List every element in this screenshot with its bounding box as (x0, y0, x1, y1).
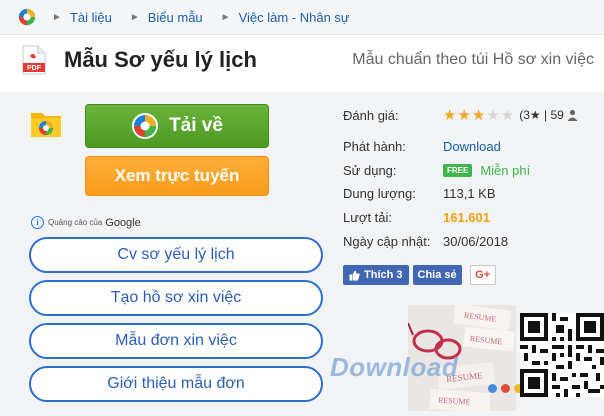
page-title: Mẫu Sơ yếu lý lịch (64, 47, 257, 72)
usage-value: Miễn phí (480, 163, 531, 178)
pdf-file-icon: PDF (22, 45, 46, 75)
ad-link-cv[interactable]: Cv sơ yếu lý lịch (29, 237, 323, 273)
chevron-right-icon: ► (52, 11, 62, 23)
download-button-label: Tải về (169, 115, 223, 136)
qr-code-icon[interactable] (520, 313, 604, 397)
watermark-text: Download (330, 352, 459, 382)
view-online-button[interactable]: Xem trực tuyến (85, 156, 269, 196)
usage-row: Sử dụng: FREE Miễn phí (343, 163, 531, 178)
updated-value: 30/06/2018 (443, 234, 509, 249)
breadcrumb-item-forms[interactable]: ► Biểu mẫu (112, 10, 203, 25)
ad-link-create-resume[interactable]: Tạo hồ sơ xin việc (29, 280, 323, 316)
download-button[interactable]: Tải về (85, 104, 269, 148)
ad-label[interactable]: i Quảng cáo của Google (31, 216, 141, 229)
chevron-right-icon: ► (220, 11, 231, 23)
star-icon[interactable]: ★ (457, 106, 470, 124)
star-icon[interactable]: ★ (472, 106, 485, 124)
svg-text:PDF: PDF (27, 65, 42, 72)
rating-stars[interactable]: ★ ★ ★ ★ ★ (443, 106, 515, 124)
facebook-like-button[interactable]: Thích 3 (343, 265, 409, 285)
page-subtitle: Mẫu chuẩn theo túi Hồ sơ xin việc (352, 51, 594, 68)
google-plus-button[interactable]: G+ (469, 265, 496, 285)
view-online-label: Xem trực tuyến (114, 166, 240, 185)
chevron-right-icon: ► (129, 11, 140, 23)
publisher-row: Phát hành: Download (343, 139, 501, 154)
info-icon[interactable]: i (31, 216, 44, 229)
star-icon[interactable]: ★ (443, 106, 456, 124)
size-row: Dung lượng: 113,1 KB (343, 186, 496, 201)
downloads-row: Lượt tải: 161.601 (343, 210, 490, 225)
star-icon[interactable]: ★ (501, 106, 514, 124)
breadcrumb-item-jobs-hr[interactable]: ► Việc làm - Nhân sự (203, 10, 350, 25)
folder-app-icon (31, 113, 61, 137)
size-value: 113,1 KB (443, 186, 496, 201)
thumbs-up-icon (349, 270, 360, 280)
downloads-value: 161.601 (443, 210, 490, 225)
download-logo-icon (132, 113, 159, 139)
home-logo-icon[interactable] (18, 8, 36, 26)
publisher-link[interactable]: Download (443, 139, 501, 154)
google-brand: Google (105, 216, 141, 229)
star-icon[interactable]: ★ (486, 106, 499, 124)
facebook-share-button[interactable]: Chia sẻ (412, 265, 462, 285)
rating-text: (3★ | 59 (519, 108, 564, 122)
updated-row: Ngày cập nhật: 30/06/2018 (343, 234, 509, 249)
breadcrumb-item-documents[interactable]: ► Tài liệu (42, 10, 112, 25)
free-badge: FREE (443, 164, 473, 177)
social-buttons: Thích 3 Chia sẻ G+ (343, 265, 496, 285)
ad-link-form-intro[interactable]: Giới thiệu mẫu đơn (29, 366, 323, 402)
dot-icon (488, 384, 497, 393)
rating-row: Đánh giá: ★ ★ ★ ★ ★ (3★ | 59 (343, 106, 578, 124)
dot-icon (501, 384, 510, 393)
breadcrumb: ► Tài liệu ► Biểu mẫu ► Việc làm - Nhân … (0, 0, 604, 35)
ad-link-job-application[interactable]: Mẫu đơn xin việc (29, 323, 323, 359)
user-icon (567, 109, 578, 121)
title-row: PDF Mẫu Sơ yếu lý lịch Mẫu chuẩn theo tú… (0, 40, 604, 80)
